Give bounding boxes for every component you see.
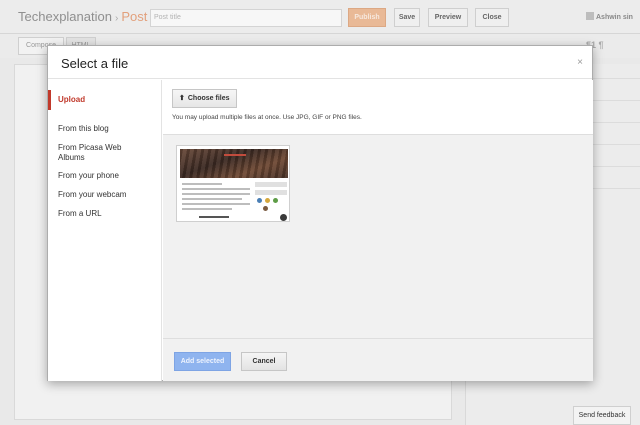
- avatar: [586, 12, 594, 20]
- thumbnail-banner: [180, 149, 288, 178]
- breadcrumb-separator: ›: [114, 13, 119, 24]
- post-title-input[interactable]: Post title: [150, 9, 342, 27]
- editor-topbar: Techexplanation › Post Post title Publish …: [0, 0, 640, 34]
- choose-files-label: Choose files: [187, 95, 230, 102]
- upload-bar: ⬆ Choose files You may upload multiple fi…: [163, 80, 593, 135]
- uploaded-image-thumbnail[interactable]: [176, 145, 290, 222]
- cancel-button[interactable]: Cancel: [241, 352, 287, 371]
- close-icon[interactable]: ×: [577, 57, 583, 68]
- nav-item-upload[interactable]: Upload: [48, 90, 162, 110]
- close-editor-button[interactable]: Close: [475, 8, 509, 27]
- dialog-header: Select a file ×: [48, 46, 592, 79]
- publish-button[interactable]: Publish: [348, 8, 386, 27]
- upload-panel: ⬆ Choose files You may upload multiple fi…: [163, 80, 593, 381]
- add-selected-button[interactable]: Add selected: [174, 352, 231, 371]
- choose-files-button[interactable]: ⬆ Choose files: [172, 89, 237, 108]
- dialog-title: Select a file: [61, 56, 129, 71]
- dialog-footer: Add selected Cancel: [163, 338, 593, 381]
- nav-item-from-picasa[interactable]: From Picasa Web Albums: [48, 143, 148, 163]
- nav-item-from-your-webcam[interactable]: From your webcam: [48, 190, 162, 200]
- preview-button[interactable]: Preview: [428, 8, 468, 27]
- breadcrumb: Techexplanation › Post: [18, 9, 147, 24]
- save-button[interactable]: Save: [394, 8, 420, 27]
- select-file-dialog: Select a file × Upload From this blog Fr…: [47, 45, 593, 381]
- nav-item-from-a-url[interactable]: From a URL: [48, 209, 162, 219]
- user-name: Ashwin sin: [596, 14, 633, 21]
- send-feedback-button[interactable]: Send feedback: [573, 406, 631, 425]
- section-name: Post: [121, 9, 148, 24]
- upload-hint: You may upload multiple files at once. U…: [172, 114, 362, 121]
- user-account[interactable]: Ashwin sin: [586, 12, 633, 21]
- nav-item-from-your-phone[interactable]: From your phone: [48, 171, 162, 181]
- upload-icon: ⬆: [179, 95, 185, 102]
- source-nav: Upload From this blog From Picasa Web Al…: [48, 80, 162, 381]
- nav-item-from-this-blog[interactable]: From this blog: [48, 124, 162, 134]
- blog-name[interactable]: Techexplanation: [18, 9, 112, 24]
